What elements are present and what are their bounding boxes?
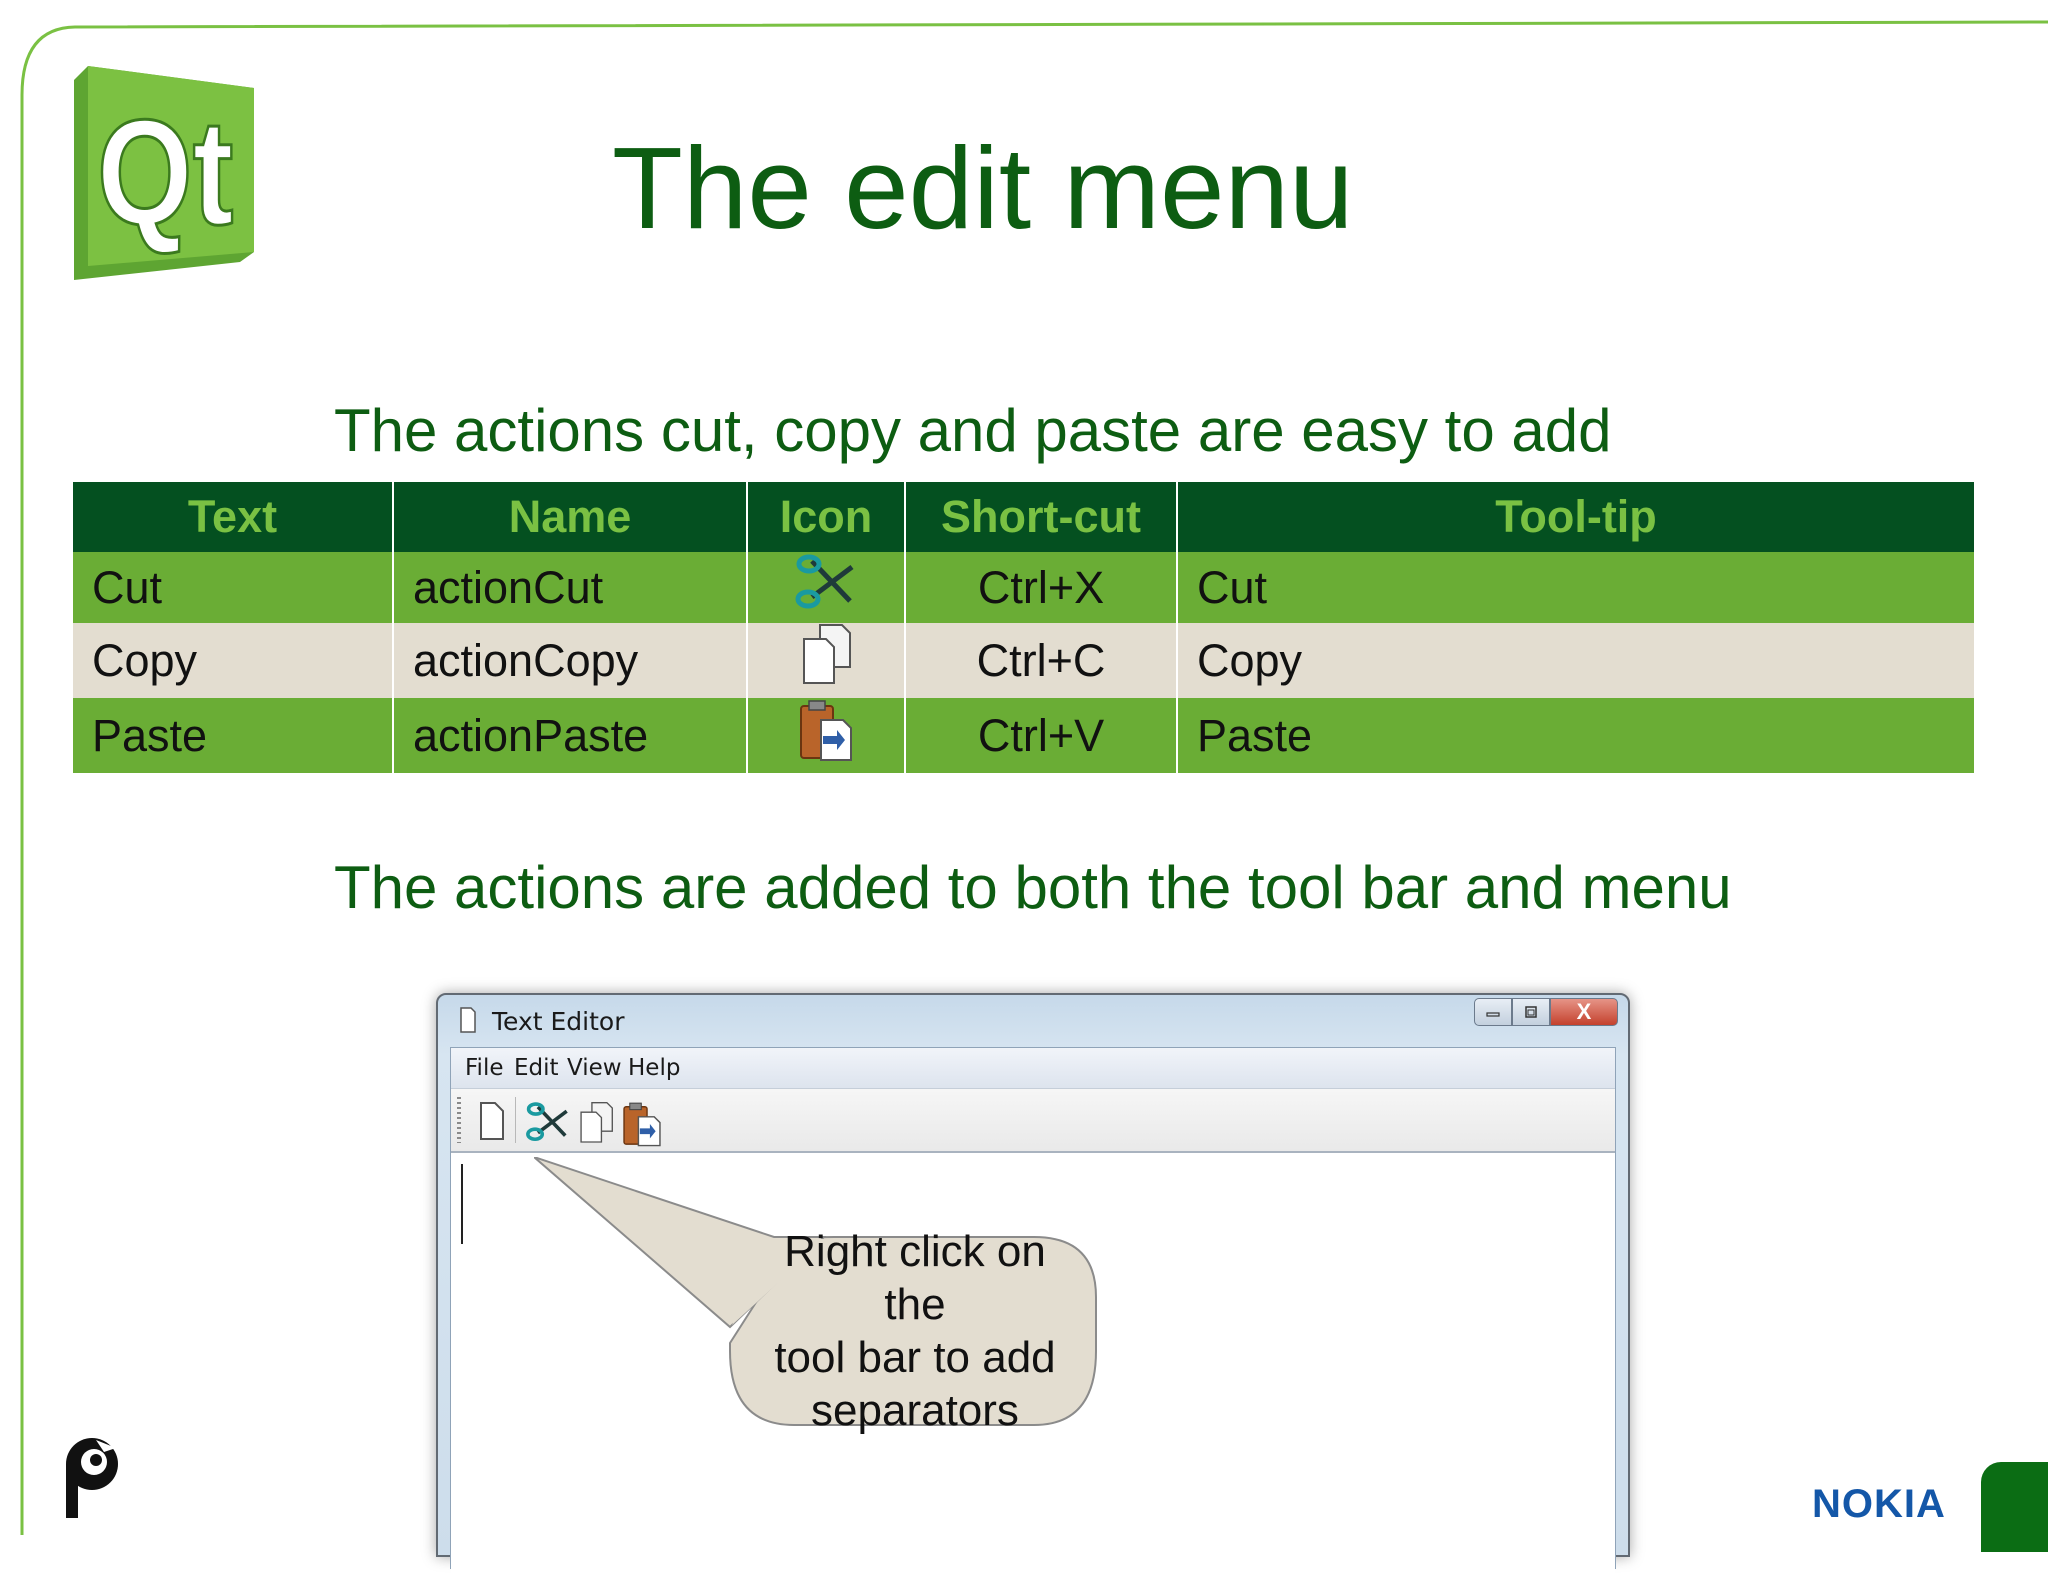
header-tooltip: Tool-tip <box>1176 482 1974 552</box>
toolbar-grip[interactable] <box>457 1097 461 1143</box>
maximize-button[interactable] <box>1512 998 1550 1026</box>
minimize-button[interactable] <box>1474 998 1512 1026</box>
copy-icon <box>803 624 851 684</box>
window-titlebar[interactable]: Text Editor X <box>438 995 1628 1045</box>
close-button[interactable]: X <box>1550 998 1618 1026</box>
cell-tooltip: Cut <box>1176 552 1974 623</box>
cell-shortcut: Ctrl+V <box>904 698 1177 773</box>
table-row: Cut actionCut Ctrl+X Cut <box>73 552 1974 623</box>
header-text: Text <box>73 482 393 552</box>
cell-name: actionCut <box>392 552 747 623</box>
cell-shortcut: Ctrl+C <box>904 623 1177 698</box>
callout-text: Right click on the tool bar to add separ… <box>730 1225 1100 1437</box>
callout-line: tool bar to add <box>774 1333 1056 1382</box>
table-header-row: Text Name Icon Short-cut Tool-tip <box>73 482 1974 552</box>
subtitle-toolbar-menu: The actions are added to both the tool b… <box>334 854 1732 921</box>
window-controls: X <box>1474 998 1618 1026</box>
cell-text: Copy <box>73 623 393 698</box>
svg-text:Qt: Qt <box>97 89 234 256</box>
callout-line: separators <box>811 1386 1019 1435</box>
header-name: Name <box>392 482 747 552</box>
cell-text: Paste <box>73 698 393 773</box>
new-file-icon[interactable] <box>479 1101 505 1141</box>
paste-icon[interactable] <box>621 1101 663 1147</box>
slide-title: The edit menu <box>612 123 1354 253</box>
document-icon <box>460 1007 476 1033</box>
minimize-icon <box>1486 1012 1500 1017</box>
copy-icon[interactable] <box>577 1101 615 1145</box>
paste-icon <box>800 700 852 761</box>
window-title: Text Editor <box>492 1007 625 1036</box>
cell-tooltip: Paste <box>1176 698 1974 773</box>
menu-file[interactable]: File <box>465 1055 504 1081</box>
presenter-logo <box>66 1438 118 1518</box>
scissors-icon <box>795 554 854 609</box>
cell-tooltip: Copy <box>1176 623 1974 698</box>
cell-name: actionCopy <box>392 623 747 698</box>
cell-name: actionPaste <box>392 698 747 773</box>
table-row: Copy actionCopy Ctrl+C Copy <box>73 623 1974 698</box>
header-shortcut: Short-cut <box>904 482 1177 552</box>
subtitle-actions-easy: The actions cut, copy and paste are easy… <box>334 397 1612 464</box>
nokia-logo: NOKIA <box>1812 1482 1946 1526</box>
menu-help[interactable]: Help <box>628 1055 680 1081</box>
callout-line: the <box>884 1280 946 1329</box>
cell-shortcut: Ctrl+X <box>904 552 1177 623</box>
callout-line: Right click on <box>784 1227 1046 1276</box>
cell-text: Cut <box>73 552 393 623</box>
menu-view[interactable]: View <box>567 1055 622 1081</box>
text-caret <box>461 1164 463 1244</box>
scissors-icon[interactable] <box>525 1101 571 1143</box>
table-row: Paste actionPaste Ctrl+V Paste <box>73 698 1974 773</box>
toolbar-separator <box>515 1097 516 1143</box>
tool-bar[interactable] <box>451 1089 1615 1153</box>
menu-edit[interactable]: Edit <box>514 1055 559 1081</box>
qt-logo: Qt <box>74 66 254 280</box>
maximize-icon <box>1525 1006 1537 1018</box>
corner-tab <box>1981 1462 2048 1552</box>
actions-table: Text Name Icon Short-cut Tool-tip Cut ac… <box>73 482 1974 773</box>
menu-bar: File Edit View Help <box>451 1048 1615 1089</box>
header-icon: Icon <box>746 482 905 552</box>
